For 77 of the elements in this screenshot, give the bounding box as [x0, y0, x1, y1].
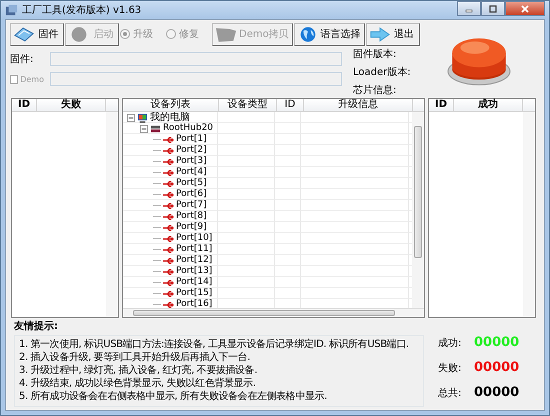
folder-icon: [215, 26, 237, 42]
tree-item[interactable]: Port[16]: [176, 299, 212, 308]
tip-text: 1. 第一次使用, 标识USB端口方法:连接设备, 工具显示设备后记录绑定ID. 标识所有USB端口.: [19, 339, 410, 351]
usb-icon: [163, 190, 174, 200]
info-label: Loader版本:: [353, 66, 411, 79]
usb-icon: [163, 266, 174, 276]
scrollbar[interactable]: [412, 112, 424, 308]
tree-item[interactable]: Port[6]: [176, 189, 207, 200]
stat-counter: 00000: [474, 360, 520, 375]
usb-icon: [163, 212, 174, 222]
usb-icon: [163, 156, 174, 166]
tree-item[interactable]: RootHub20: [163, 123, 214, 134]
close-button[interactable]: [505, 1, 545, 16]
window-title: 工厂工具(发布版本) v1.63: [22, 4, 142, 16]
tree-item[interactable]: Port[12]: [176, 255, 212, 266]
tree-item[interactable]: Port[9]: [176, 222, 207, 233]
computer-icon: [137, 112, 148, 122]
tree-item[interactable]: Port[14]: [176, 277, 212, 288]
app-icon: [5, 4, 18, 16]
tip-text: 2. 插入设备升级, 要等到工具开始升级后再插入下一台.: [19, 352, 252, 364]
column-header[interactable]: 失败: [37, 99, 106, 111]
column-header[interactable]: ID: [277, 99, 304, 111]
usb-icon: [163, 256, 174, 266]
diamond-icon: [13, 26, 35, 42]
stat-label: 总共:: [438, 386, 462, 400]
tree-item[interactable]: Port[10]: [176, 233, 212, 244]
info-label: 固件版本:: [353, 48, 398, 61]
maximize-button[interactable]: [481, 1, 505, 16]
usb-icon: [163, 288, 174, 298]
usb-icon: [163, 234, 174, 244]
maximize-icon: [488, 4, 498, 12]
scrollbar[interactable]: [523, 112, 535, 317]
stat-counter: 00000: [474, 335, 520, 350]
scrollbar[interactable]: [123, 308, 424, 317]
column-header[interactable]: 升级信息: [304, 99, 413, 111]
usb-icon: [163, 244, 174, 254]
hub-icon: [150, 124, 161, 134]
tree-item[interactable]: Port[1]: [176, 134, 207, 145]
usb-icon: [163, 300, 174, 308]
stat-label: 成功:: [438, 336, 462, 350]
tips-title: 友情提示:: [14, 321, 59, 333]
demo-path-field[interactable]: [50, 72, 342, 86]
usb-icon: [163, 146, 174, 156]
toolbar-button[interactable]: 固件: [10, 22, 64, 46]
tree-item[interactable]: Port[7]: [176, 200, 207, 211]
scrollbar[interactable]: [106, 112, 118, 317]
column-header[interactable]: 设备类型: [219, 99, 277, 111]
arrow-icon: [368, 26, 391, 42]
tree-item[interactable]: Port[15]: [176, 288, 212, 299]
tip-text: 4. 升级结束, 成功以绿色背景显示, 失败以红色背景显示.: [19, 378, 257, 390]
collapse-icon[interactable]: [127, 114, 135, 122]
tree-item[interactable]: Port[4]: [176, 167, 207, 178]
usb-icon: [163, 168, 174, 178]
collapse-icon[interactable]: [140, 124, 148, 132]
tree-item[interactable]: Port[8]: [176, 211, 207, 222]
usb-icon: [163, 200, 174, 210]
firmware-path-field[interactable]: [50, 52, 342, 66]
toolbar-button[interactable]: 语言选择: [294, 22, 365, 46]
usb-icon: [163, 222, 174, 232]
tree-item[interactable]: Port[2]: [176, 145, 207, 156]
tip-text: 5. 所有成功设备会在右侧表格中显示, 所有失败设备会在左侧表格中显示.: [19, 391, 328, 403]
close-icon: [520, 4, 530, 12]
usb-icon: [163, 178, 174, 188]
usb-icon: [163, 278, 174, 288]
stat-label: 失败:: [438, 362, 462, 374]
tree-item[interactable]: Port[13]: [176, 266, 212, 277]
field-label: 固件:: [10, 53, 34, 66]
info-label: 芯片信息:: [353, 84, 398, 97]
tree-item[interactable]: Port[3]: [176, 156, 207, 167]
tree-item[interactable]: Port[5]: [176, 178, 207, 189]
tip-text: 3. 升级过程中, 绿灯亮, 插入设备, 红灯亮, 不要拔插设备.: [19, 365, 258, 377]
toolbar-button[interactable]: 退出: [366, 22, 420, 46]
column-header[interactable]: 成功: [454, 99, 523, 111]
stat-counter: 00000: [474, 385, 520, 400]
tree-item[interactable]: Port[11]: [176, 244, 212, 255]
column-header[interactable]: 设备列表: [123, 99, 219, 111]
usb-icon: [163, 134, 174, 144]
